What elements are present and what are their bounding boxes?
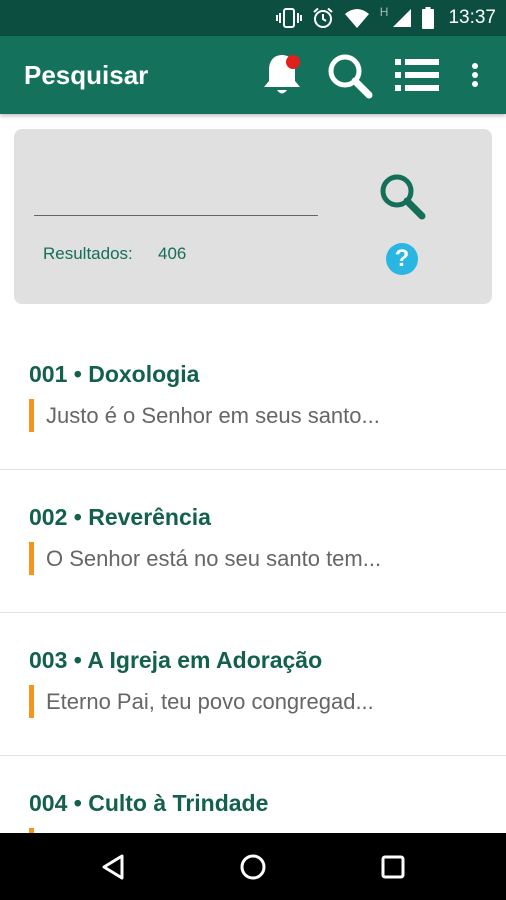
back-button[interactable]: [88, 833, 138, 900]
search-button[interactable]: [322, 36, 376, 114]
app-bar: Pesquisar: [0, 36, 506, 114]
list-icon: [395, 59, 439, 91]
recents-icon: [381, 855, 405, 878]
hymn-list: 001 • Doxologia Justo é o Senhor em seus…: [0, 327, 506, 833]
status-icons: H 13:37: [275, 0, 496, 36]
signal-icon: [393, 9, 412, 27]
list-item[interactable]: 003 • A Igreja em Adoração Eterno Pai, t…: [0, 613, 506, 756]
search-icon: [380, 174, 426, 220]
hymn-excerpt: Justo é o Senhor em seus santo...: [46, 403, 380, 428]
list-item[interactable]: 004 • Culto à Trindade: [0, 756, 506, 833]
results-count: 406: [158, 244, 187, 263]
network-type-label: H: [379, 5, 389, 19]
home-button[interactable]: [228, 833, 278, 900]
status-time: 13:37: [448, 7, 496, 28]
vibrate-icon: [275, 8, 302, 28]
notification-dot: [286, 55, 300, 69]
battery-icon: [422, 7, 435, 29]
hymn-excerpt: O Senhor está no seu santo tem...: [46, 546, 382, 571]
wifi-icon: [344, 9, 369, 28]
page-title: Pesquisar: [24, 60, 149, 90]
list-view-button[interactable]: [390, 36, 444, 114]
list-item[interactable]: 001 • Doxologia Justo é o Senhor em seus…: [0, 327, 506, 470]
notifications-button[interactable]: [258, 36, 306, 114]
search-submit-button[interactable]: [376, 170, 428, 222]
navigation-bar: [0, 833, 506, 900]
hymn-title: 001 • Doxologia: [29, 361, 200, 387]
more-options-button[interactable]: [462, 36, 488, 114]
help-button[interactable]: ?: [386, 243, 418, 275]
results-label: Resultados:: [43, 244, 133, 263]
alarm-icon: [313, 7, 333, 28]
more-vert-icon: [472, 63, 478, 87]
status-bar: H 13:37: [0, 0, 506, 36]
excerpt-accent-bar: [29, 399, 34, 432]
list-item[interactable]: 002 • Reverência O Senhor está no seu sa…: [0, 470, 506, 613]
search-input[interactable]: [34, 185, 318, 216]
excerpt-accent-bar: [29, 542, 34, 575]
notification-bell-icon: [264, 55, 300, 94]
hymn-excerpt: Eterno Pai, teu povo congregad...: [46, 689, 374, 714]
back-icon: [102, 854, 124, 879]
recents-button[interactable]: [368, 833, 418, 900]
hymn-title: 002 • Reverência: [29, 504, 211, 530]
excerpt-accent-bar: [29, 685, 34, 718]
hymn-title: 003 • A Igreja em Adoração: [29, 647, 323, 673]
search-icon: [328, 54, 373, 99]
hymn-title: 004 • Culto à Trindade: [29, 790, 269, 816]
home-icon: [240, 854, 266, 879]
